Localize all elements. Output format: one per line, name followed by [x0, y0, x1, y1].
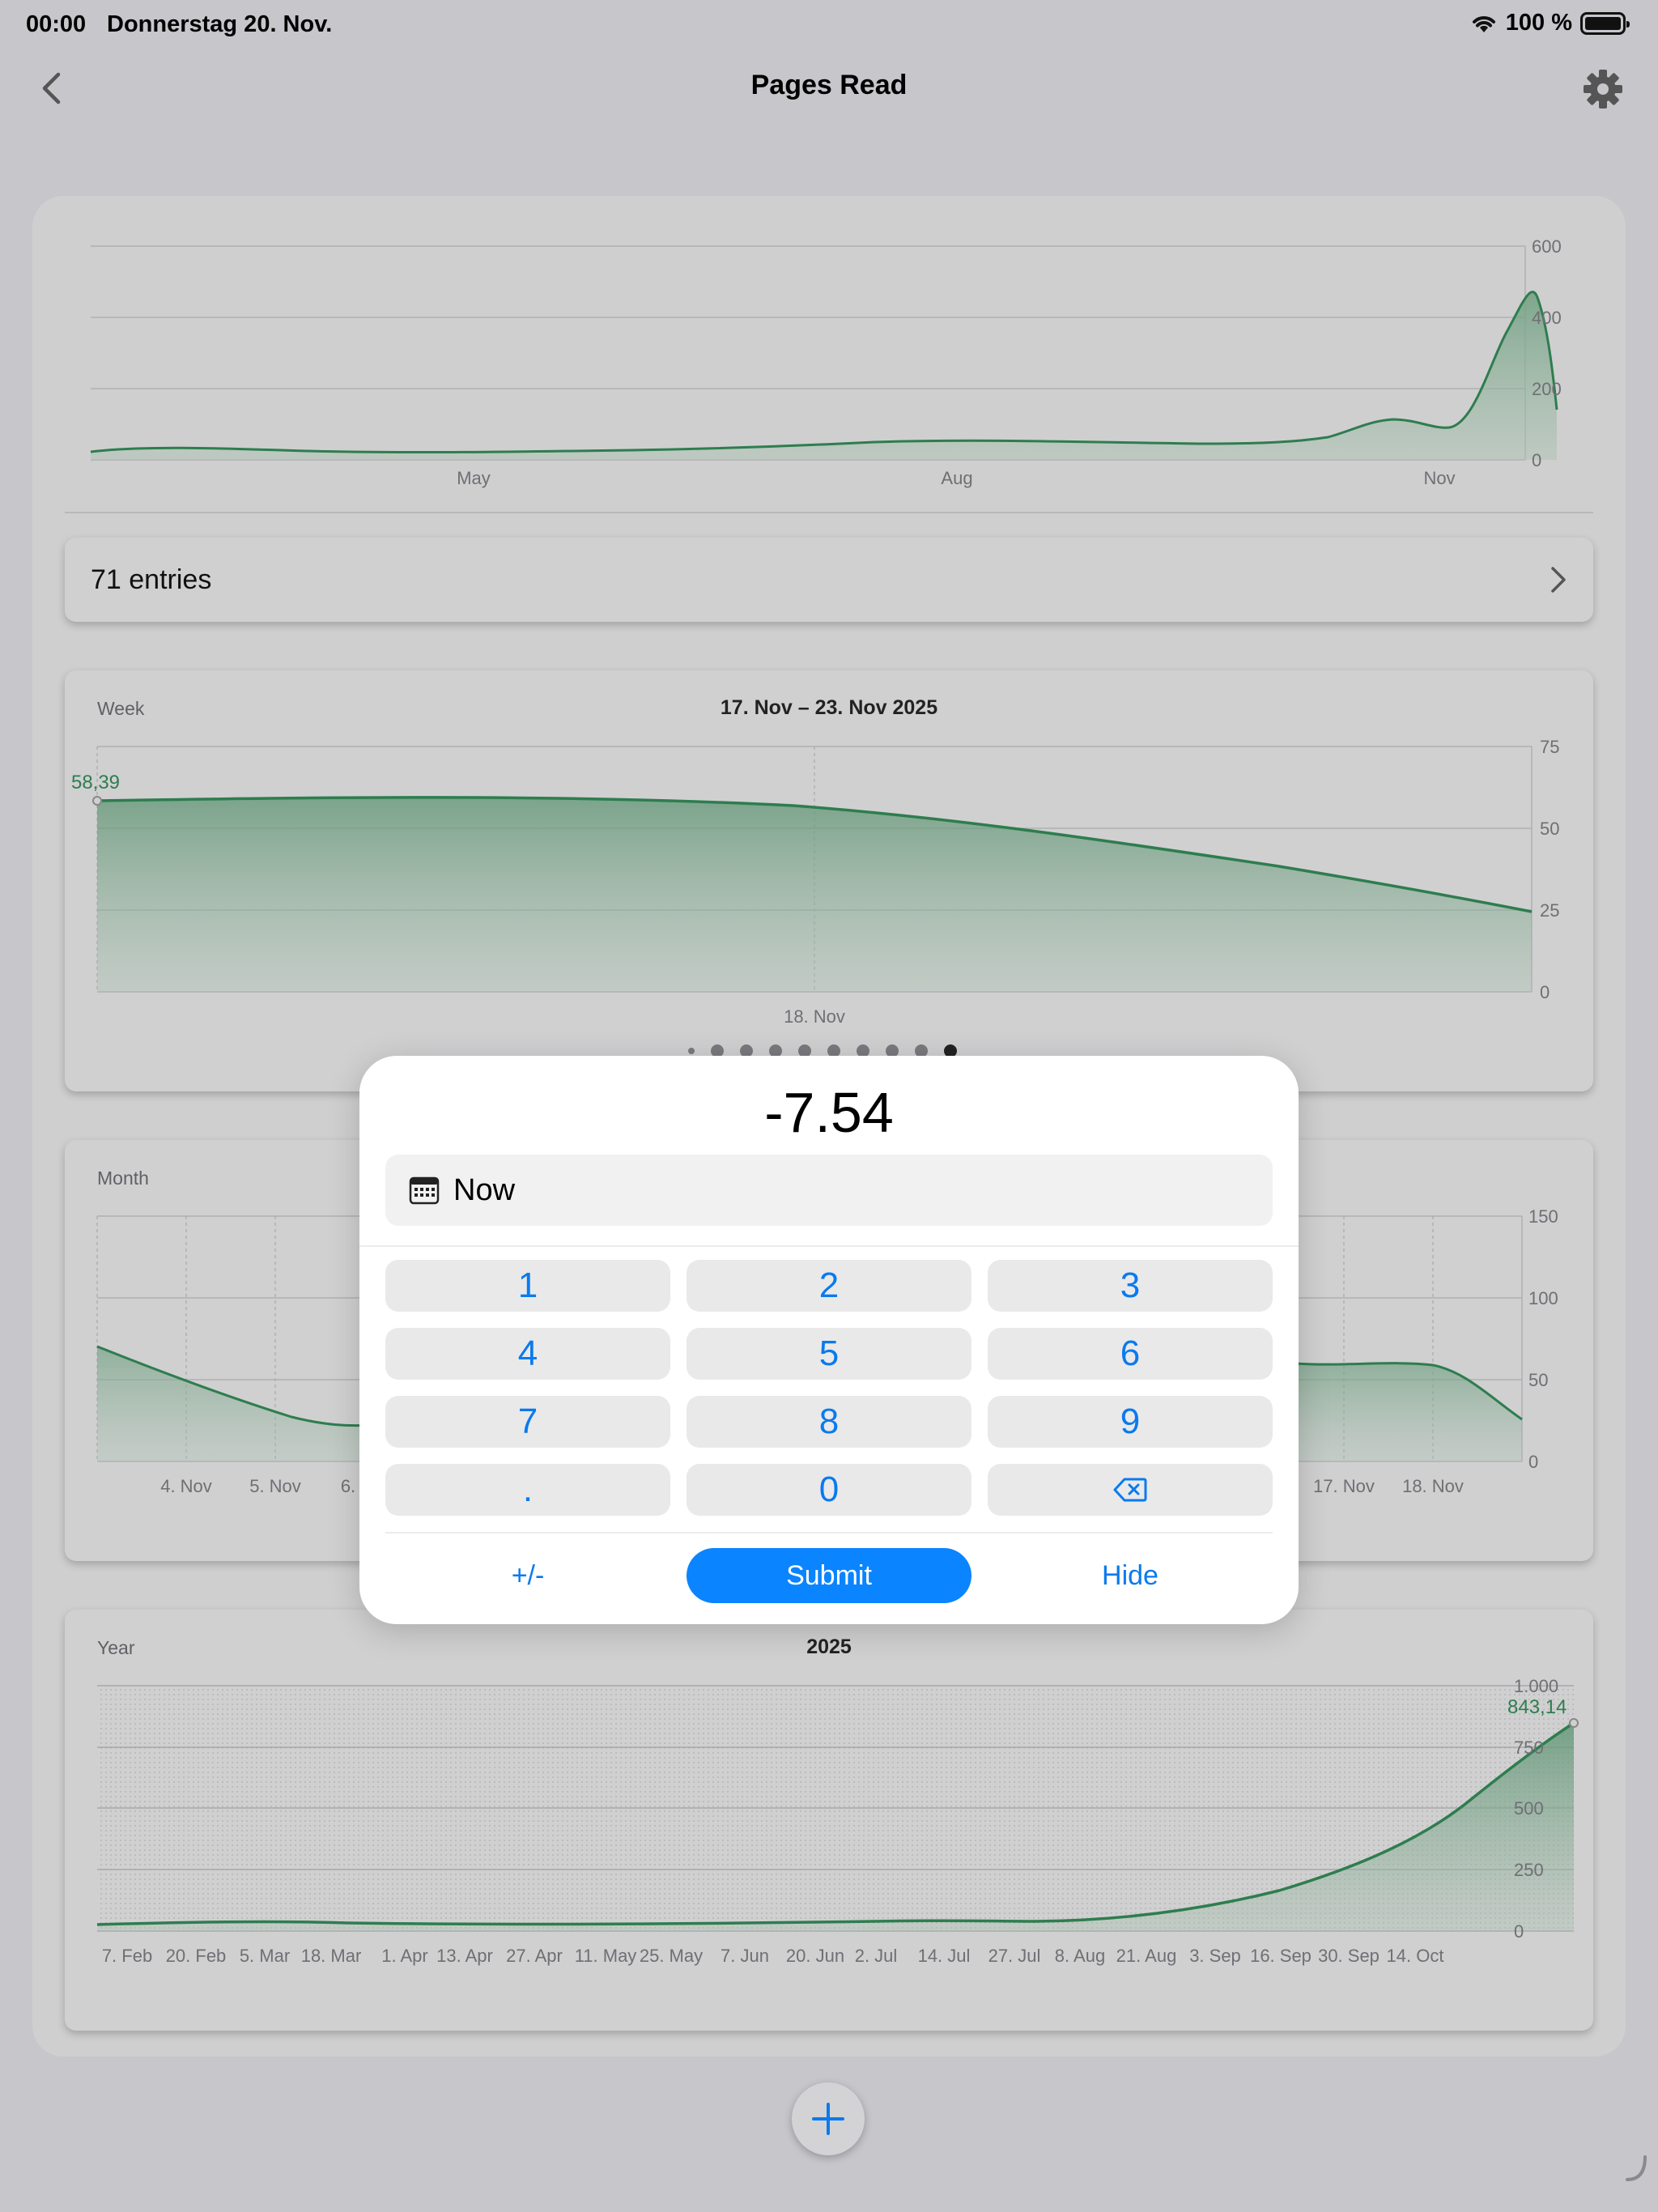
- add-entry-button[interactable]: [792, 2082, 865, 2155]
- x-tick: 1. Apr: [381, 1946, 427, 1966]
- resize-handle-icon: [1626, 2155, 1647, 2181]
- y-tick: 500: [1514, 1798, 1544, 1819]
- x-tick: 27. Jul: [988, 1946, 1041, 1966]
- x-tick: 13. Apr: [436, 1946, 493, 1966]
- y-tick: 0: [1514, 1921, 1524, 1942]
- overview-chart: 600 400 200 0 May Aug Nov: [90, 236, 1562, 488]
- entries-row[interactable]: 71 entries: [65, 538, 1593, 622]
- x-tick: 18. Mar: [301, 1946, 362, 1966]
- status-indicators: 100 %: [1470, 10, 1630, 36]
- key-8[interactable]: 8: [687, 1396, 971, 1448]
- sign-toggle-button[interactable]: +/-: [385, 1548, 670, 1603]
- point-label: 58,39: [71, 772, 120, 793]
- x-tick: 14. Oct: [1387, 1946, 1444, 1966]
- y-tick: 400: [1532, 308, 1562, 328]
- x-tick: 3. Sep: [1189, 1946, 1241, 1966]
- x-tick: 17. Nov: [1313, 1476, 1375, 1496]
- y-tick: 250: [1514, 1860, 1544, 1880]
- x-tick: 18. Nov: [784, 1006, 845, 1027]
- x-tick: 18. Nov: [1402, 1476, 1464, 1496]
- battery-icon: [1580, 11, 1630, 35]
- y-tick: 100: [1528, 1288, 1558, 1308]
- battery-percent: 100 %: [1505, 10, 1572, 36]
- x-tick: 14. Jul: [918, 1946, 971, 1966]
- y-tick: 50: [1528, 1370, 1548, 1390]
- entries-count: 71 entries: [91, 564, 212, 595]
- page-dot[interactable]: [688, 1048, 695, 1054]
- key-backspace[interactable]: [988, 1464, 1273, 1516]
- x-tick: 25. May: [640, 1946, 703, 1966]
- x-tick: 7. Feb: [102, 1946, 152, 1966]
- y-tick: 0: [1532, 450, 1541, 470]
- date-picker-row[interactable]: Now: [385, 1155, 1273, 1226]
- backspace-icon: [1113, 1478, 1147, 1502]
- divider: [359, 1245, 1299, 1247]
- y-tick: 0: [1528, 1452, 1538, 1472]
- x-tick: 20. Jun: [786, 1946, 844, 1966]
- y-tick: 0: [1540, 982, 1550, 1002]
- x-tick: 2. Jul: [855, 1946, 898, 1966]
- submit-button[interactable]: Submit: [687, 1548, 971, 1603]
- key-3[interactable]: 3: [988, 1260, 1273, 1312]
- key-5[interactable]: 5: [687, 1328, 971, 1380]
- y-tick: 75: [1540, 737, 1559, 757]
- y-tick: 25: [1540, 900, 1559, 921]
- divider: [65, 512, 1593, 513]
- y-tick: 600: [1532, 236, 1562, 257]
- month-period-label: Month: [97, 1168, 149, 1189]
- x-tick: 27. Apr: [506, 1946, 563, 1966]
- x-tick: 6.: [341, 1476, 355, 1496]
- x-tick: 5. Mar: [240, 1946, 290, 1966]
- settings-button[interactable]: [1580, 66, 1626, 112]
- x-tick: 7. Jun: [721, 1946, 769, 1966]
- calendar-icon: [409, 1176, 440, 1205]
- date-row-label: Now: [453, 1172, 516, 1207]
- x-tick: 5. Nov: [249, 1476, 301, 1496]
- gear-icon: [1584, 70, 1622, 108]
- chevron-right-icon: [1551, 567, 1566, 593]
- key-0[interactable]: 0: [687, 1464, 971, 1516]
- y-tick: 50: [1540, 819, 1559, 839]
- key-6[interactable]: 6: [988, 1328, 1273, 1380]
- key-7[interactable]: 7: [385, 1396, 670, 1448]
- y-tick: 200: [1532, 379, 1562, 399]
- week-chart: 58,39 75 50 25 0 18. Nov: [71, 737, 1560, 1027]
- week-range-label: 17. Nov – 23. Nov 2025: [720, 696, 938, 719]
- x-tick: 16. Sep: [1250, 1946, 1312, 1966]
- x-tick: May: [457, 468, 491, 488]
- x-tick: 21. Aug: [1116, 1946, 1177, 1966]
- x-tick: 20. Feb: [166, 1946, 227, 1966]
- key-4[interactable]: 4: [385, 1328, 670, 1380]
- x-tick: 8. Aug: [1055, 1946, 1105, 1966]
- hide-button[interactable]: Hide: [988, 1548, 1273, 1603]
- x-tick: 4. Nov: [160, 1476, 212, 1496]
- key-2[interactable]: 2: [687, 1260, 971, 1312]
- key-1[interactable]: 1: [385, 1260, 670, 1312]
- divider: [385, 1532, 1273, 1534]
- wifi-icon: [1472, 15, 1495, 32]
- y-tick: 1.000: [1514, 1676, 1558, 1696]
- x-tick: Nov: [1423, 468, 1455, 488]
- point-label: 843,14: [1507, 1696, 1567, 1718]
- number-entry-dialog: -7.54 Now 1 2 3 4 5 6 7 8 9 . 0 +/- Subm…: [359, 1056, 1299, 1624]
- y-tick: 750: [1514, 1738, 1544, 1758]
- x-tick: Aug: [941, 468, 972, 488]
- year-chart: 843,14 1.000 750 500 250 0 7. Feb 20. Feb…: [96, 1676, 1579, 1966]
- x-tick: 30. Sep: [1318, 1946, 1380, 1966]
- page-title: Pages Read: [750, 70, 908, 100]
- key-9[interactable]: 9: [988, 1396, 1273, 1448]
- entry-value-display: -7.54: [764, 1081, 894, 1144]
- year-range-label: 2025: [806, 1636, 852, 1658]
- y-tick: 150: [1528, 1206, 1558, 1227]
- x-tick: 11. May: [575, 1946, 637, 1966]
- status-bar: 00:00 Donnerstag 20. Nov. 100 %: [0, 0, 1658, 52]
- status-date: Donnerstag 20. Nov.: [107, 11, 333, 37]
- status-time: 00:00: [26, 11, 87, 37]
- plus-icon: [812, 2103, 844, 2135]
- key-decimal[interactable]: .: [385, 1464, 670, 1516]
